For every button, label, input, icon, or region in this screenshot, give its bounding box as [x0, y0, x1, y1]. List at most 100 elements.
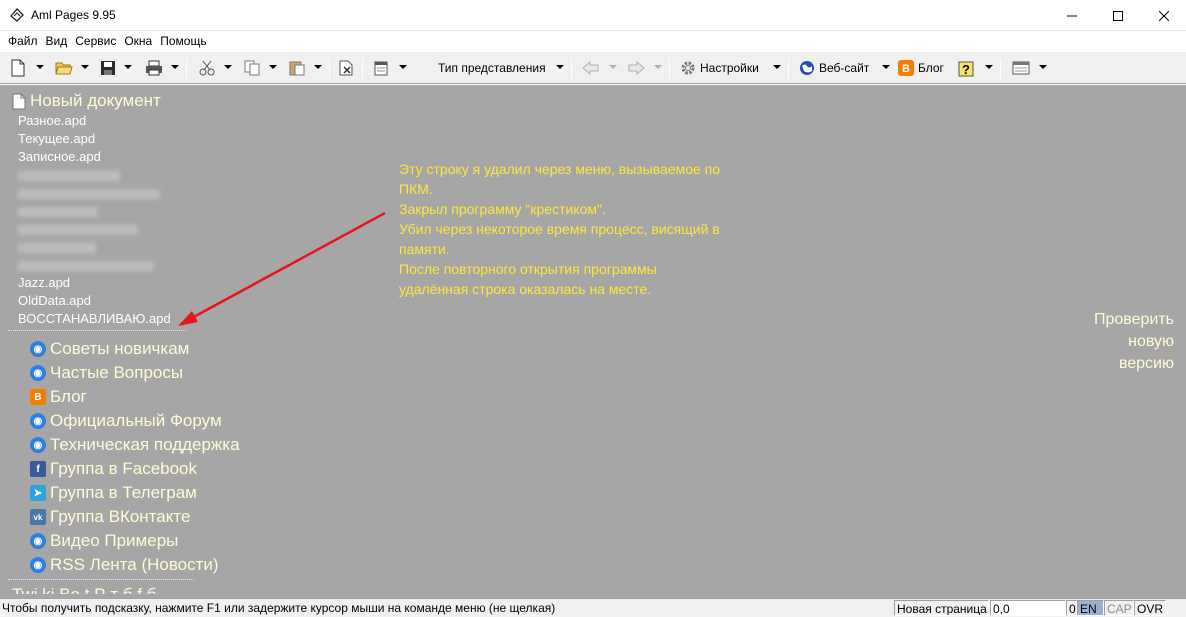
check-new-version-link[interactable]: Проверить новую версию	[1054, 309, 1174, 375]
status-overwrite: OVR	[1134, 600, 1166, 616]
link-item[interactable]: f Группа в Facebook	[30, 459, 197, 479]
globe-icon: ◉	[30, 557, 46, 573]
help-button[interactable]: ?	[958, 57, 976, 79]
svg-text:B: B	[902, 63, 910, 75]
telegram-icon: ➤	[30, 485, 46, 501]
link-item[interactable]: ◉ Видео Примеры	[30, 531, 178, 551]
forward-dropdown-arrow[interactable]	[654, 65, 662, 69]
check-version-line: Проверить	[1093, 311, 1174, 328]
toolbar-separator	[571, 58, 572, 79]
minimize-button[interactable]	[1049, 0, 1095, 31]
properties-dropdown-arrow[interactable]	[399, 65, 407, 69]
website-button[interactable]: Веб-сайт	[799, 57, 869, 79]
back-dropdown-arrow[interactable]	[609, 65, 617, 69]
copy-button[interactable]	[244, 57, 260, 79]
page-properties-button[interactable]	[373, 57, 389, 79]
toolbar-separator	[788, 58, 789, 79]
link-item[interactable]: vk Группа ВКонтакте	[30, 507, 190, 527]
new-document-button[interactable]	[10, 57, 26, 79]
menu-help[interactable]: Помощь	[156, 31, 210, 51]
copy-dropdown-arrow[interactable]	[269, 65, 277, 69]
new-dropdown-arrow[interactable]	[36, 65, 44, 69]
menu-view[interactable]: Вид	[42, 31, 72, 51]
view-type-button[interactable]: Тип представления	[438, 57, 546, 79]
menu-service[interactable]: Сервис	[71, 31, 120, 51]
view-type-label: Тип представления	[438, 61, 546, 75]
cut-button[interactable]	[199, 57, 215, 79]
delete-page-button[interactable]	[338, 57, 354, 79]
settings-dropdown-arrow[interactable]	[773, 65, 781, 69]
paste-button[interactable]	[289, 57, 305, 79]
open-dropdown-arrow[interactable]	[81, 65, 89, 69]
link-label: Блог	[50, 387, 87, 406]
forward-button[interactable]	[627, 57, 645, 79]
window-layout-dropdown-arrow[interactable]	[1039, 65, 1047, 69]
page-delete-icon	[339, 60, 353, 76]
globe-icon: ◉	[30, 365, 46, 381]
window-layout-button[interactable]	[1012, 57, 1030, 79]
link-label: Группа ВКонтакте	[50, 507, 191, 526]
link-item[interactable]: ◉ Официальный Форум	[30, 411, 222, 431]
check-version-line: версию	[1118, 355, 1174, 372]
website-dropdown-arrow[interactable]	[882, 65, 890, 69]
link-label: RSS Лента (Новости)	[50, 555, 219, 574]
cut-off-text: Twі ki Bo t Р т б f б	[12, 585, 157, 598]
facebook-icon: f	[30, 461, 46, 477]
scissors-icon	[199, 60, 215, 76]
close-button[interactable]	[1141, 0, 1186, 31]
website-globe-icon	[800, 61, 814, 75]
save-dropdown-arrow[interactable]	[124, 65, 132, 69]
link-label: Частые Вопросы	[50, 363, 184, 382]
svg-text:?: ?	[962, 62, 970, 77]
link-label: Группа в Facebook	[50, 459, 198, 478]
section-divider	[8, 579, 194, 580]
globe-icon: ◉	[30, 437, 46, 453]
blogger-icon: B	[898, 60, 914, 76]
cut-dropdown-arrow[interactable]	[224, 65, 232, 69]
status-count: 0	[1066, 600, 1077, 616]
link-item[interactable]: ➤ Группа в Телеграм	[30, 483, 197, 503]
link-label: Видео Примеры	[50, 531, 179, 550]
toolbar-separator	[186, 58, 187, 79]
status-language[interactable]: EN	[1077, 600, 1104, 616]
link-item[interactable]: ◉ RSS Лента (Новости)	[30, 555, 219, 575]
maximize-button[interactable]	[1095, 0, 1141, 31]
status-caps-lock: CAP	[1104, 600, 1134, 616]
check-version-line: новую	[1128, 333, 1174, 350]
print-dropdown-arrow[interactable]	[171, 65, 179, 69]
arrow-left-icon	[582, 60, 599, 76]
help-question-icon: ?	[958, 61, 974, 77]
view-type-dropdown-arrow[interactable]	[556, 65, 564, 69]
save-button[interactable]	[100, 57, 116, 79]
toolbar-separator	[362, 58, 363, 79]
globe-icon: ◉	[30, 413, 46, 429]
globe-icon: ◉	[30, 533, 46, 549]
print-button[interactable]	[145, 57, 163, 79]
new-document-icon	[11, 59, 25, 77]
menu-file[interactable]: Файл	[4, 31, 42, 51]
paste-dropdown-arrow[interactable]	[314, 65, 322, 69]
document-content: Новый документ Разное.apd Текущее.apd За…	[0, 85, 1186, 598]
toolbar-separator	[669, 58, 670, 79]
help-dropdown-arrow[interactable]	[985, 65, 993, 69]
toolbar-separator	[1000, 58, 1001, 79]
back-button[interactable]	[582, 57, 600, 79]
status-position: 0,0	[990, 600, 1066, 616]
save-icon	[101, 61, 115, 75]
close-icon	[1159, 10, 1169, 21]
status-hint: Чтобы получить подсказку, нажмите F1 или…	[2, 601, 556, 615]
blog-button[interactable]: B Блог	[898, 57, 944, 79]
link-item[interactable]: B Блог	[30, 387, 87, 407]
app-logo-icon	[10, 8, 24, 22]
menu-windows[interactable]: Окна	[120, 31, 156, 51]
link-item[interactable]: ◉ Частые Вопросы	[30, 363, 183, 383]
open-button[interactable]	[55, 57, 73, 79]
settings-button[interactable]: Настройки	[680, 57, 759, 79]
link-item[interactable]: ◉ Техническая поддержка	[30, 435, 240, 455]
printer-icon	[146, 60, 162, 76]
blog-label: Блог	[918, 61, 944, 75]
folder-open-icon	[55, 62, 73, 75]
link-label: Техническая поддержка	[50, 435, 240, 454]
settings-label: Настройки	[700, 61, 759, 75]
status-page-name: Новая страница	[894, 600, 989, 616]
